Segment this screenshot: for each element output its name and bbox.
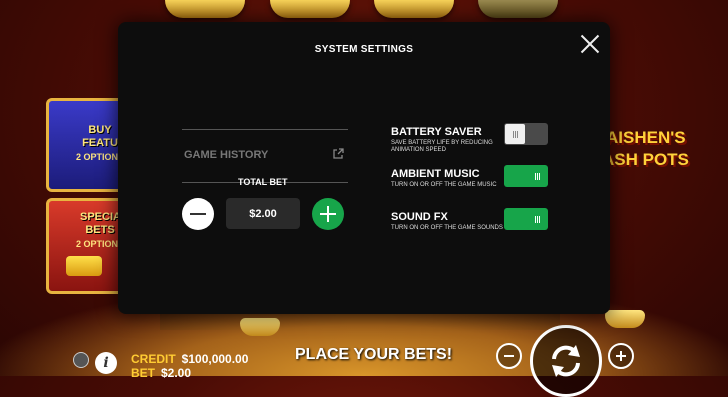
game-logo-line1: AISHEN'S xyxy=(606,128,686,147)
spin-button[interactable] xyxy=(530,325,602,397)
cash-pot xyxy=(270,0,350,18)
special-bets-toggle[interactable] xyxy=(66,256,102,276)
cash-pot xyxy=(165,0,245,18)
buy-feature-options: 2 OPTION xyxy=(76,152,119,162)
plus-icon xyxy=(616,351,626,361)
cash-pot xyxy=(374,0,454,18)
setting-title: AMBIENT MUSIC xyxy=(391,168,480,180)
ambient-music-toggle[interactable] xyxy=(504,165,548,187)
game-history-label: GAME HISTORY xyxy=(184,149,269,161)
setting-title: SOUND FX xyxy=(391,211,448,223)
buy-feature-label: BUY FEATU xyxy=(82,124,118,149)
toggle-knob xyxy=(527,209,547,229)
close-icon[interactable] xyxy=(580,34,600,54)
special-bets-options: 2 OPTION xyxy=(76,239,119,249)
battery-saver-setting: BATTERY SAVER SAVE BATTERY LIFE BY REDUC… xyxy=(391,123,591,154)
battery-saver-toggle[interactable] xyxy=(504,123,548,145)
gold-ingot xyxy=(605,310,645,328)
bet-value: $2.00 xyxy=(161,366,192,380)
total-bet-plus-button[interactable] xyxy=(312,198,344,230)
game-logo-line2: ASH POTS xyxy=(602,150,689,169)
gold-ingot xyxy=(240,318,280,336)
place-bets-message: PLACE YOUR BETS! xyxy=(295,346,453,363)
cash-pot xyxy=(478,0,558,18)
toggle-knob xyxy=(527,166,547,186)
credit-value: $100,000.00 xyxy=(181,352,249,366)
increase-bet-button[interactable] xyxy=(608,343,634,369)
setting-description: TURN ON OR OFF THE GAME SOUNDS xyxy=(391,225,503,231)
bet-label: BET xyxy=(131,366,155,380)
special-bets-label: SPECIA BETS xyxy=(80,211,121,236)
decrease-bet-button[interactable] xyxy=(496,343,522,369)
menu-icon[interactable] xyxy=(73,352,89,368)
dialog-title: SYSTEM SETTINGS xyxy=(314,44,414,55)
total-bet-label: TOTAL BET xyxy=(238,177,288,187)
setting-description: SAVE BATTERY LIFE BY REDUCING ANIMATION … xyxy=(391,140,493,153)
system-settings-dialog: SYSTEM SETTINGS GAME HISTORY TOTAL BET $… xyxy=(118,22,610,314)
setting-description: TURN ON OR OFF THE GAME MUSIC xyxy=(391,182,497,188)
game-history-link[interactable]: GAME HISTORY xyxy=(182,129,348,183)
total-bet-minus-button[interactable] xyxy=(182,198,214,230)
sound-fx-setting: SOUND FX TURN ON OR OFF THE GAME SOUNDS xyxy=(391,208,591,232)
total-bet-value: $2.00 xyxy=(226,198,300,229)
info-icon[interactable]: i xyxy=(95,352,117,374)
ambient-music-setting: AMBIENT MUSIC TURN ON OR OFF THE GAME MU… xyxy=(391,165,591,189)
setting-title: BATTERY SAVER xyxy=(391,126,482,138)
spin-icon xyxy=(552,345,580,377)
credit-display: CREDIT $100,000.00 xyxy=(131,352,248,366)
bet-display: BET $2.00 xyxy=(131,366,191,380)
credit-label: CREDIT xyxy=(131,352,176,366)
external-link-icon xyxy=(333,148,344,159)
minus-icon xyxy=(504,355,514,357)
toggle-knob xyxy=(505,124,525,144)
sound-fx-toggle[interactable] xyxy=(504,208,548,230)
